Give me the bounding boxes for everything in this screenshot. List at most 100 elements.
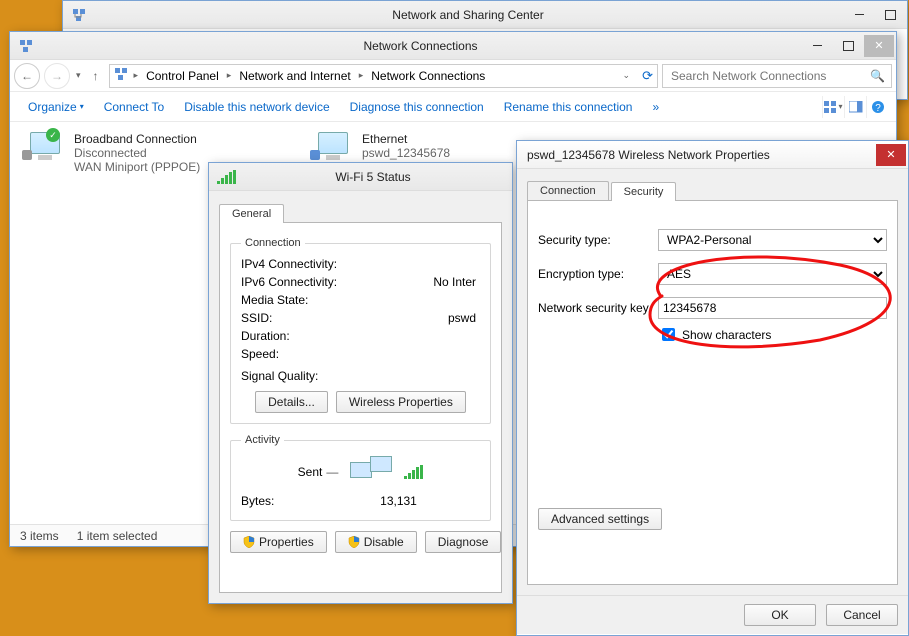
forward-button[interactable]: →: [44, 63, 70, 89]
sharing-center-titlebar: Network and Sharing Center: [63, 1, 907, 29]
help-button[interactable]: ?: [866, 96, 888, 118]
wireless-properties-button[interactable]: Wireless Properties: [336, 391, 466, 413]
wifi-status-titlebar: Wi-Fi 5 Status: [209, 163, 512, 191]
chevron-right-icon[interactable]: ▸: [357, 70, 366, 81]
address-row: ← → ▾ ↑ ▸ Control Panel ▸ Network and In…: [10, 60, 896, 92]
connection-name: Broadband Connection: [74, 132, 200, 146]
search-input[interactable]: [669, 66, 864, 86]
encryption-type-label: Encryption type:: [538, 267, 658, 281]
show-characters-checkbox[interactable]: [662, 328, 675, 341]
up-button[interactable]: ↑: [87, 63, 105, 89]
encryption-type-row: Encryption type: AES: [538, 263, 887, 285]
refresh-button[interactable]: ⟳: [642, 68, 653, 84]
diagnose-button[interactable]: Diagnose: [425, 531, 502, 553]
maximize-button[interactable]: [875, 4, 905, 26]
svg-text:?: ?: [875, 103, 881, 114]
connection-icon: ✓: [22, 132, 66, 168]
properties-button[interactable]: Properties: [230, 531, 327, 553]
activity-icon: [350, 456, 392, 488]
chevron-down-icon: ▾: [80, 102, 84, 111]
tabstrip: Connection Security: [527, 177, 898, 201]
chevron-right-icon[interactable]: ▸: [225, 70, 234, 81]
disable-device-button[interactable]: Disable this network device: [174, 95, 339, 119]
wifi-status-dialog: Wi-Fi 5 Status General Connection IPv4 C…: [208, 162, 513, 604]
ssid-value: pswd: [371, 311, 480, 325]
speed-label: Speed:: [241, 347, 371, 361]
security-key-input[interactable]: [658, 297, 887, 319]
connection-device: WAN Miniport (PPPOE): [74, 160, 200, 174]
details-button[interactable]: Details...: [255, 391, 328, 413]
nc-title: Network Connections: [40, 39, 801, 53]
tab-connection[interactable]: Connection: [527, 181, 609, 200]
connect-to-button[interactable]: Connect To: [94, 95, 175, 119]
maximize-button[interactable]: [833, 35, 863, 57]
bytes-label: Bytes:: [241, 494, 321, 508]
search-icon[interactable]: 🔍: [870, 69, 885, 83]
view-icons-button[interactable]: ▾: [822, 96, 844, 118]
shield-icon: [348, 536, 360, 548]
show-characters-label: Show characters: [682, 328, 771, 342]
security-type-select[interactable]: WPA2-Personal: [658, 229, 887, 251]
connection-status: Disconnected: [74, 146, 200, 160]
toolbar: Organize ▾ Connect To Disable this netwo…: [10, 92, 896, 122]
network-icon: [18, 38, 34, 54]
close-button[interactable]: [876, 144, 906, 166]
ok-button[interactable]: OK: [744, 604, 816, 626]
disable-button[interactable]: Disable: [335, 531, 417, 553]
duration-label: Duration:: [241, 329, 371, 343]
preview-pane-button[interactable]: [844, 96, 866, 118]
breadcrumb-expand[interactable]: ⌄: [619, 70, 635, 81]
minimize-button[interactable]: [844, 4, 874, 26]
tabstrip: General: [219, 199, 502, 223]
sharing-center-title: Network and Sharing Center: [93, 8, 843, 22]
connection-network: pswd_12345678: [362, 146, 450, 160]
breadcrumb-control-panel[interactable]: Control Panel: [142, 69, 223, 83]
activity-group-label: Activity: [241, 434, 284, 446]
status-check-badge: ✓: [46, 128, 60, 142]
minimize-button[interactable]: [802, 35, 832, 57]
encryption-type-select[interactable]: AES: [658, 263, 887, 285]
breadcrumb-network-internet[interactable]: Network and Internet: [235, 69, 354, 83]
toolbar-overflow[interactable]: »: [642, 95, 669, 119]
breadcrumb-network-connections[interactable]: Network Connections: [367, 69, 489, 83]
bytes-value: 13,131: [321, 494, 480, 508]
network-icon: [71, 7, 87, 23]
security-key-label: Network security key: [538, 301, 658, 315]
search-box[interactable]: 🔍: [662, 64, 892, 88]
wifi-status-title: Wi-Fi 5 Status: [236, 170, 510, 184]
item-count: 3 items: [20, 529, 59, 543]
history-dropdown[interactable]: ▾: [74, 70, 83, 81]
rename-connection-button[interactable]: Rename this connection: [494, 95, 643, 119]
tab-general[interactable]: General: [219, 204, 284, 223]
shield-icon: [243, 536, 255, 548]
advanced-settings-button[interactable]: Advanced settings: [538, 508, 662, 530]
back-button[interactable]: ←: [14, 63, 40, 89]
connection-name: Ethernet: [362, 132, 450, 146]
signal-quality-label: Signal Quality:: [241, 369, 318, 383]
speed-value: [371, 347, 480, 361]
connection-item-broadband[interactable]: ✓ Broadband Connection Disconnected WAN …: [22, 132, 200, 174]
media-state-label: Media State:: [241, 293, 371, 307]
activity-group: Activity Sent — Bytes:13,131: [230, 434, 491, 521]
chevron-right-icon[interactable]: ▸: [132, 70, 141, 81]
signal-bars-icon: [217, 170, 236, 184]
nc-titlebar: Network Connections: [10, 32, 896, 60]
show-characters-row[interactable]: Show characters: [658, 325, 887, 344]
dialog-buttons: OK Cancel: [517, 595, 908, 634]
media-state-value: [371, 293, 480, 307]
connection-group-label: Connection: [241, 237, 305, 249]
ipv4-label: IPv4 Connectivity:: [241, 257, 371, 271]
connection-group: Connection IPv4 Connectivity: IPv6 Conne…: [230, 237, 491, 424]
wireless-properties-dialog: pswd_12345678 Wireless Network Propertie…: [516, 140, 909, 636]
tab-security[interactable]: Security: [611, 182, 677, 201]
wprops-titlebar: pswd_12345678 Wireless Network Propertie…: [517, 141, 908, 169]
close-button[interactable]: [864, 35, 894, 57]
wprops-title: pswd_12345678 Wireless Network Propertie…: [525, 148, 875, 162]
security-type-label: Security type:: [538, 233, 658, 247]
cancel-button[interactable]: Cancel: [826, 604, 898, 626]
diagnose-connection-button[interactable]: Diagnose this connection: [340, 95, 494, 119]
security-type-row: Security type: WPA2-Personal: [538, 229, 887, 251]
duration-value: [371, 329, 480, 343]
organize-button[interactable]: Organize ▾: [18, 95, 94, 119]
breadcrumb-bar[interactable]: ▸ Control Panel ▸ Network and Internet ▸…: [109, 64, 658, 88]
